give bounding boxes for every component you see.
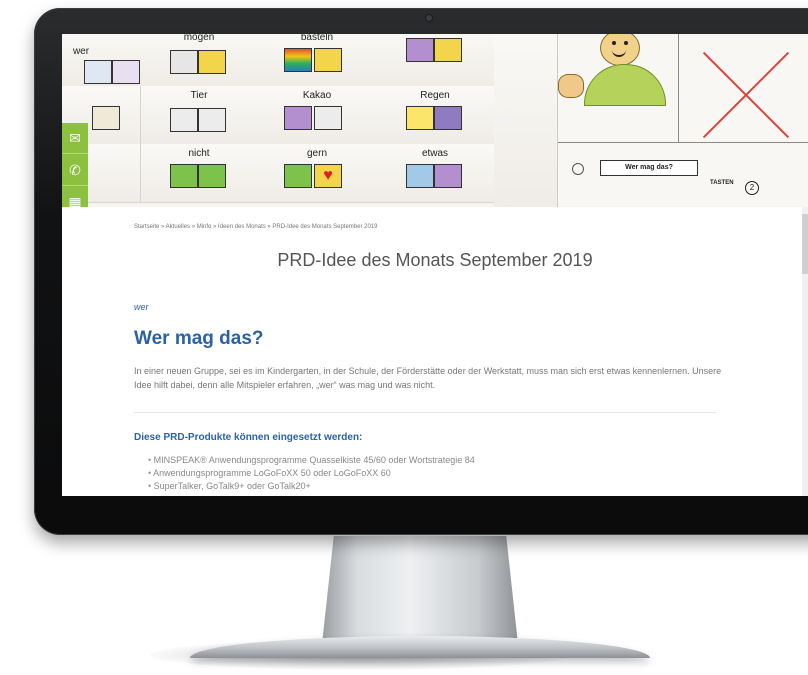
traffic-light-icon	[406, 164, 434, 188]
symbol-card-word: nicht	[188, 148, 210, 159]
webcam-dot	[426, 15, 432, 21]
list-item: MINSPEAK® Anwendungsprogramme Quasselkis…	[148, 454, 475, 467]
symbol-card: Tier	[140, 86, 259, 145]
section-title: Wer mag das?	[134, 328, 264, 349]
symbol-card	[376, 34, 495, 87]
person-icon	[112, 60, 140, 84]
cup-icon	[284, 106, 312, 130]
sheet-tasten-label: TASTEN	[710, 180, 734, 186]
symbol-card-word: Regen	[420, 90, 450, 101]
divider	[134, 412, 716, 413]
symbol-card-word: etwas	[421, 148, 449, 159]
phone-icon[interactable]: ✆	[62, 155, 88, 186]
symbol-card: Regen	[376, 86, 495, 145]
person-body-icon	[584, 64, 666, 106]
mail-icon[interactable]: ✉	[62, 123, 88, 154]
sheet-label: Wer mag das?	[600, 160, 698, 176]
sheet-number: 2	[745, 181, 759, 195]
hammer-icon	[198, 50, 226, 74]
symbol-card-word: gern	[306, 148, 327, 159]
map-icon[interactable]: ▦	[62, 187, 88, 208]
symbol-card-word: basteln	[300, 34, 334, 43]
pointing-hand-icon	[558, 74, 584, 98]
products-heading: Diese PRD-Produkte können eingesetzt wer…	[134, 432, 363, 443]
scrollbar-thumb[interactable]	[802, 214, 808, 274]
traffic-light-icon	[170, 164, 198, 188]
symbol-card-word: Kakao	[302, 90, 332, 101]
people-icon	[84, 60, 112, 84]
product-list: MINSPEAK® Anwendungsprogramme Quasselkis…	[148, 454, 475, 493]
build-icon	[434, 38, 462, 62]
person-icon	[284, 164, 312, 188]
symbol-card: basteln	[258, 34, 377, 87]
hero-banner: wer mögen basteln Tier Kakao Regen nicht…	[62, 34, 808, 207]
monitor-stand-neck	[322, 536, 518, 644]
circle-marker-icon	[572, 163, 584, 175]
symbol-card: wer	[62, 34, 141, 87]
tool-icon	[406, 38, 434, 62]
game-sheet-illustration: Wer mag das? TASTEN 2	[557, 34, 808, 207]
heart-icon: ♥	[314, 164, 342, 188]
symbol-card	[494, 34, 565, 207]
rainbow-icon	[284, 48, 312, 72]
breadcrumb[interactable]: Startseite » Aktuelles » Minfo » Ideen d…	[134, 224, 377, 230]
hands-icon	[170, 50, 198, 74]
trophy-icon	[434, 164, 462, 188]
house-icon	[314, 48, 342, 72]
section-eyebrow: wer	[134, 302, 149, 312]
horse-icon	[92, 106, 120, 130]
hands-icon	[170, 108, 198, 132]
symbol-card-word: mögen	[183, 34, 215, 43]
list-item: SuperTalker, GoTalk9+ oder GoTalk20+	[148, 480, 475, 493]
symbol-card: nicht	[140, 144, 259, 203]
cocoa-icon	[314, 106, 342, 130]
page-title: PRD-Idee des Monats September 2019	[277, 250, 593, 270]
list-item: Anwendungsprogramme LoGoFoXX 50 oder LoG…	[148, 467, 475, 480]
intro-paragraph: In einer neuen Gruppe, sei es im Kinderg…	[134, 366, 722, 390]
red-cross-icon	[698, 48, 794, 144]
symbol-card: mögen	[140, 34, 259, 87]
animal-icon	[198, 108, 226, 132]
symbol-card: Kakao	[258, 86, 377, 145]
monitor-screen: wer mögen basteln Tier Kakao Regen nicht…	[62, 34, 808, 496]
symbol-card-grid: wer mögen basteln Tier Kakao Regen nicht…	[62, 34, 565, 207]
symbol-card-word: wer	[72, 46, 90, 57]
symbol-card: etwas	[376, 144, 495, 203]
symbol-card-word: Tier	[190, 90, 208, 101]
rain-icon	[434, 106, 462, 130]
monitor-stand-base	[190, 636, 650, 658]
stop-icon	[198, 164, 226, 188]
symbol-card: gern ♥	[258, 144, 377, 203]
contact-strip: ✉ ✆ ▦	[62, 123, 88, 207]
sun-icon	[406, 106, 434, 130]
smiley-face-icon	[600, 34, 640, 66]
